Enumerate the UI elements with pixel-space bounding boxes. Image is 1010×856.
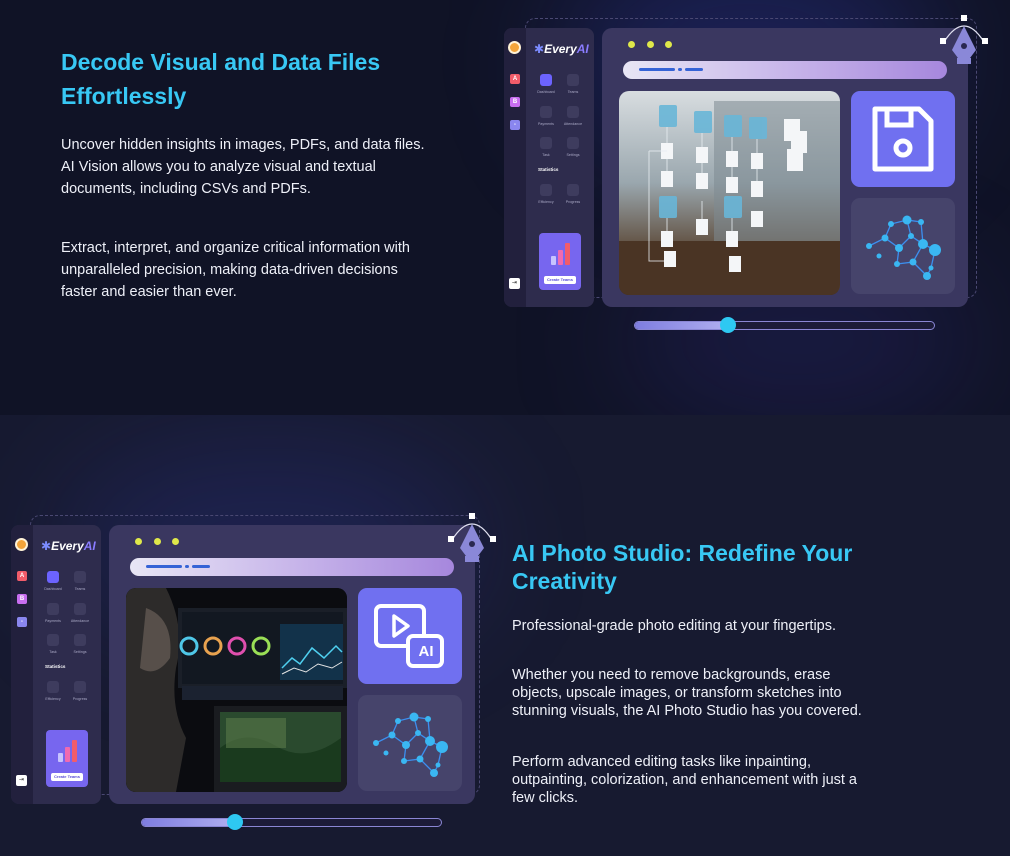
ai-video-tile: AI xyxy=(358,588,462,684)
rail-grid-icon: ▫ xyxy=(17,617,27,627)
app-sidebar-mockup: A B ▫ ⇥ ✱EveryAI Dashboard Teams Payment… xyxy=(504,28,594,307)
app-logo: ✱EveryAI xyxy=(41,539,96,553)
section-description-secondary: Whether you need to remove backgrounds, … xyxy=(512,667,862,719)
window-dot xyxy=(628,41,635,48)
nav-label-efficiency: Efficiency xyxy=(538,200,554,204)
statistics-heading: Statistics xyxy=(45,664,66,669)
ai-badge-label: AI xyxy=(418,643,434,660)
app-window-mockup: AI xyxy=(109,525,475,804)
section-title: AI Photo Studio: Redefine Your Creativit… xyxy=(512,540,853,594)
logout-icon: ⇥ xyxy=(16,775,27,786)
window-dot xyxy=(154,538,161,545)
promo-card: Create Teams xyxy=(539,233,581,290)
attendance-icon xyxy=(567,106,579,118)
window-dot xyxy=(172,538,179,545)
nav-label-task: Task xyxy=(542,153,550,157)
nav-label-progress: Progress xyxy=(565,200,581,204)
ai-video-icon xyxy=(374,604,444,668)
rail-grid-icon: ▫ xyxy=(510,120,520,130)
nav-label-teams: Teams xyxy=(74,587,86,591)
nav-label-payments: Payments xyxy=(538,122,554,126)
section-description: Uncover hidden insights in images, PDFs,… xyxy=(61,137,425,197)
section-photo-studio: A B ▫ ⇥ ✱EveryAI Dashboard Teams Payment… xyxy=(0,415,1010,856)
task-icon xyxy=(540,137,552,149)
save-tile xyxy=(851,91,955,187)
neural-network-icon xyxy=(866,215,941,280)
logout-icon: ⇥ xyxy=(509,278,520,289)
rail-item-b: B xyxy=(17,594,27,604)
section-title: Decode Visual and Data Files Effortlessl… xyxy=(61,49,381,109)
avatar xyxy=(508,41,521,54)
nav-label-progress: Progress xyxy=(72,697,88,701)
promo-card: Create Teams xyxy=(46,730,88,787)
nav-label-settings: Settings xyxy=(566,153,580,157)
progress-icon xyxy=(74,681,86,693)
dashboard-icon xyxy=(540,74,552,86)
bar-chart-icon xyxy=(58,740,78,762)
vision-slider-handle[interactable] xyxy=(719,317,736,333)
rail-item-a: A xyxy=(510,74,520,84)
progress-icon xyxy=(567,184,579,196)
save-icon xyxy=(872,106,934,172)
settings-icon xyxy=(567,137,579,149)
payments-icon xyxy=(47,603,59,615)
document-analysis-image xyxy=(619,91,840,295)
vision-slider-fill xyxy=(635,322,728,329)
hologram-folders-illustration xyxy=(619,101,840,295)
nav-label-efficiency: Efficiency xyxy=(45,697,61,701)
efficiency-icon xyxy=(47,681,59,693)
photo-slider-handle[interactable] xyxy=(226,814,243,830)
teams-icon xyxy=(74,571,86,583)
app-window-mockup xyxy=(602,28,968,307)
payments-icon xyxy=(540,106,552,118)
bar-chart-icon xyxy=(551,243,571,265)
settings-icon xyxy=(74,634,86,646)
nav-label-dashboard: Dashboard xyxy=(44,587,62,591)
neural-network-icon xyxy=(373,712,448,777)
dashboard-icon xyxy=(47,571,59,583)
teams-icon xyxy=(567,74,579,86)
address-bar xyxy=(623,61,947,79)
avatar xyxy=(15,538,28,551)
app-sidebar-mockup: A B ▫ ⇥ ✱EveryAI Dashboard Teams Payment… xyxy=(11,525,101,804)
nav-label-attendance: Attendance xyxy=(563,122,583,126)
rail-item-b: B xyxy=(510,97,520,107)
editing-workstation-illustration xyxy=(126,588,347,792)
nav-label-dashboard: Dashboard xyxy=(537,90,555,94)
section-description-secondary: Extract, interpret, and organize critica… xyxy=(61,240,410,300)
neural-network-tile xyxy=(851,198,955,294)
window-dot xyxy=(135,538,142,545)
pen-tool-icon xyxy=(940,15,988,64)
efficiency-icon xyxy=(540,184,552,196)
pen-tool-icon xyxy=(448,513,496,562)
photo-slider[interactable] xyxy=(141,814,442,830)
nav-label-attendance: Attendance xyxy=(70,619,90,623)
statistics-heading: Statistics xyxy=(538,167,559,172)
photo-slider-fill xyxy=(142,819,235,826)
rail-item-a: A xyxy=(17,571,27,581)
vision-slider[interactable] xyxy=(634,317,935,333)
create-teams-button: Create Teams xyxy=(51,773,83,781)
create-teams-button: Create Teams xyxy=(544,276,576,284)
photo-editing-image xyxy=(126,588,347,792)
nav-label-payments: Payments xyxy=(45,619,61,623)
address-bar xyxy=(130,558,454,576)
section-description-tertiary: Perform advanced editing tasks like inpa… xyxy=(512,754,857,806)
app-logo: ✱EveryAI xyxy=(534,42,589,56)
attendance-icon xyxy=(74,603,86,615)
window-dot xyxy=(647,41,654,48)
section-description: Professional-grade photo editing at your… xyxy=(512,618,837,634)
nav-label-task: Task xyxy=(49,650,57,654)
nav-label-teams: Teams xyxy=(567,90,579,94)
nav-label-settings: Settings xyxy=(73,650,87,654)
neural-network-tile xyxy=(358,695,462,791)
task-icon xyxy=(47,634,59,646)
section-ai-vision: Decode Visual and Data Files Effortlessl… xyxy=(0,0,1010,415)
window-dot xyxy=(665,41,672,48)
